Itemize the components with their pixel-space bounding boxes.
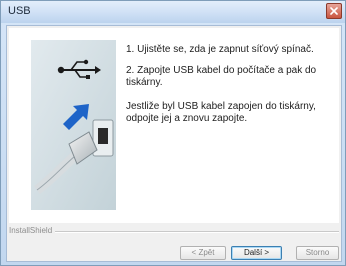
instruction-step-2: 2. Zapojte USB kabel do počítače a pak d… [126,65,317,88]
footer-divider [47,231,339,233]
cancel-button[interactable]: Storno [296,246,339,260]
setup-dialog: USB 1. Ujistěte se, zda je zapnut síťový… [0,0,346,266]
close-button[interactable] [326,3,342,19]
reconnect-note: Jestliže byl USB kabel zapojen do tiskár… [126,101,316,124]
window-title: USB [8,5,31,17]
installshield-label: InstallShield [9,226,56,235]
next-button[interactable]: Další > [231,246,282,260]
instruction-step-1: 1. Ujistěte se, zda je zapnut síťový spí… [126,44,314,55]
content-panel: 1. Ujistěte se, zda je zapnut síťový spí… [9,28,339,223]
dialog-client-area: 1. Ujistěte se, zda je zapnut síťový spí… [6,25,342,262]
instructions-text: 1. Ujistěte se, zda je zapnut síťový spí… [126,44,326,134]
title-bar[interactable]: USB [1,1,345,23]
usb-illustration [31,40,116,210]
back-button[interactable]: < Zpět [180,246,226,260]
close-icon [330,7,338,15]
